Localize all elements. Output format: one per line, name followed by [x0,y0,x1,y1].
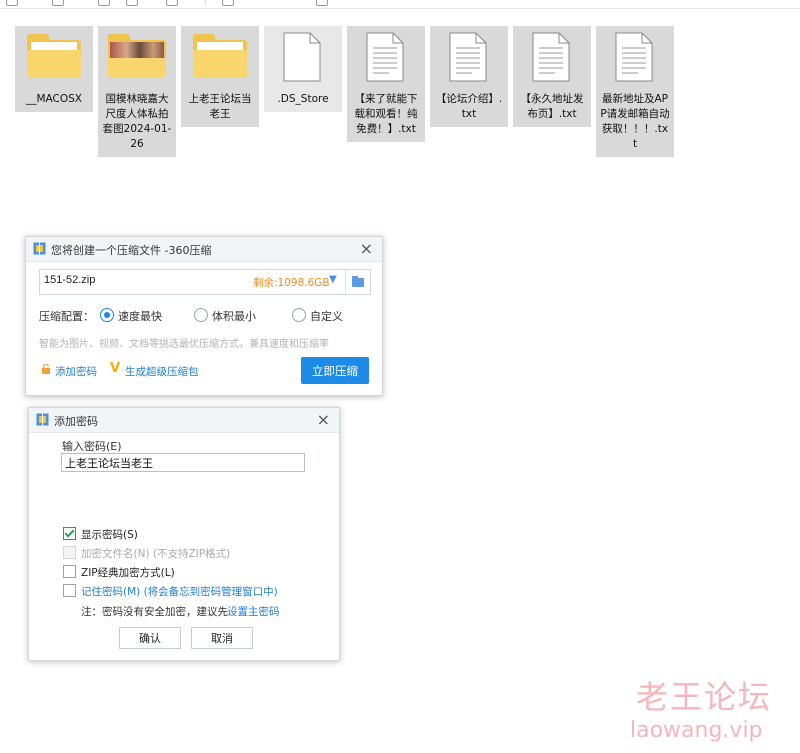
toolbar-separator [205,0,206,6]
password-dialog: 添加密码 × 输入密码(E) 显示密码(S) 加密文件名(N) (不支持ZIP格… [28,407,340,661]
checkbox-label: 加密文件名(N) (不支持ZIP格式) [81,548,231,560]
text-file-icon [531,32,571,82]
encrypt-filenames-checkbox [63,546,76,559]
file-item-txt[interactable]: 最新地址及APP请发邮箱自动获取！！！.txt [596,26,674,157]
radio-smallest[interactable] [194,308,208,322]
toolbar-strip [0,0,800,9]
watermark-url: laowang.vip [630,718,763,743]
radio-fastest[interactable] [100,308,114,322]
remember-password-checkbox[interactable] [63,584,76,597]
cancel-button[interactable]: 取消 [191,627,253,649]
file-name: 上老王论坛当老王 [188,93,252,120]
checkbox-label: 显示密码(S) [81,529,138,541]
photo-folder-icon [108,34,166,78]
checkbox-label: ZIP经典加密方式(L) [81,567,175,579]
set-master-password-link[interactable]: 设置主密码 [227,604,280,619]
vip-icon: V [110,361,121,376]
option-label: 速度最快 [118,310,162,323]
file-name: 国模林晓嘉大尺度人体私拍套图2024-01-26 [102,93,172,150]
file-item-photo-folder[interactable]: 国模林晓嘉大尺度人体私拍套图2024-01-26 [98,26,176,157]
show-password-checkbox[interactable] [63,527,76,540]
folder-icon [27,34,81,78]
toolbar-icon[interactable] [52,0,64,6]
compress-now-button[interactable]: 立即压缩 [301,357,369,384]
free-space-label: 剩余:1098.6GB [253,277,330,289]
file-item-txt[interactable]: 【永久地址发布页】.txt [513,26,591,127]
toolbar-icon[interactable] [166,0,178,6]
file-name: 【来了就能下载和观看！纯免费！】.txt [354,93,418,135]
text-file-icon [614,32,654,82]
dialog-title: 您将创建一个压缩文件 -360压缩 [51,244,212,257]
compress-hint: 智能为图片、视频、文档等挑选最优压缩方式，兼具速度和压缩率 [39,339,329,350]
browse-folder-button[interactable] [345,270,370,294]
dialog-title: 添加密码 [54,415,98,428]
file-name: 【永久地址发布页】.txt [520,93,584,120]
text-file-icon [365,32,405,82]
chevron-down-icon[interactable]: ▼ [329,274,337,285]
radio-custom[interactable] [292,308,306,322]
file-item-macosx[interactable]: __MACOSX [15,26,93,112]
option-label: 体积最小 [212,310,256,323]
file-item-txt[interactable]: 【来了就能下载和观看！纯免费！】.txt [347,26,425,142]
checkbox-label: 记住密码(M) (将会备忘到密码管理窗口中) [81,586,278,598]
compress-dialog: 您将创建一个压缩文件 -360压缩 × 剩余:1098.6GB ▼ 压缩配置： … [25,236,383,396]
lock-icon [42,364,50,374]
compress-app-icon [36,413,49,426]
text-file-icon [448,32,488,82]
config-label: 压缩配置： [39,310,94,323]
password-input-label: 输入密码(E) [62,440,122,453]
watermark-logo: 老王论坛 [636,678,773,716]
archive-name-input[interactable] [44,274,224,286]
file-item-folder[interactable]: 上老王论坛当老王 [181,26,259,127]
password-input[interactable] [61,453,305,472]
close-icon[interactable]: × [317,410,330,429]
toolbar-icon[interactable] [316,0,328,6]
toolbar-icon[interactable] [6,0,18,6]
toolbar-icon[interactable] [222,0,234,6]
zip-classic-encryption-checkbox[interactable] [63,565,76,578]
file-name: 【论坛介绍】.txt [435,93,503,120]
folder-icon [193,34,247,78]
compress-app-icon [33,242,46,255]
ok-button[interactable]: 确认 [119,627,181,649]
archive-path-field: 剩余:1098.6GB ▼ [39,269,371,295]
super-compress-link[interactable]: 生成超级压缩包 [125,364,199,379]
dialog-titlebar[interactable]: 添加密码 × [29,408,339,433]
add-password-link[interactable]: 添加密码 [55,364,97,379]
file-name: 最新地址及APP请发邮箱自动获取！！！.txt [600,93,670,150]
toolbar-icon[interactable] [98,0,110,6]
close-icon[interactable]: × [360,239,373,258]
dialog-titlebar[interactable]: 您将创建一个压缩文件 -360压缩 × [26,237,382,262]
file-item-ds-store[interactable]: .DS_Store [264,26,342,112]
file-name: __MACOSX [25,93,82,105]
toolbar-icon[interactable] [126,0,138,6]
file-icon [282,32,322,82]
file-item-txt[interactable]: 【论坛介绍】.txt [430,26,508,127]
security-note: 注：密码没有安全加密，建议先 [81,606,228,618]
file-name: .DS_Store [277,93,329,105]
option-label: 自定义 [310,310,343,323]
